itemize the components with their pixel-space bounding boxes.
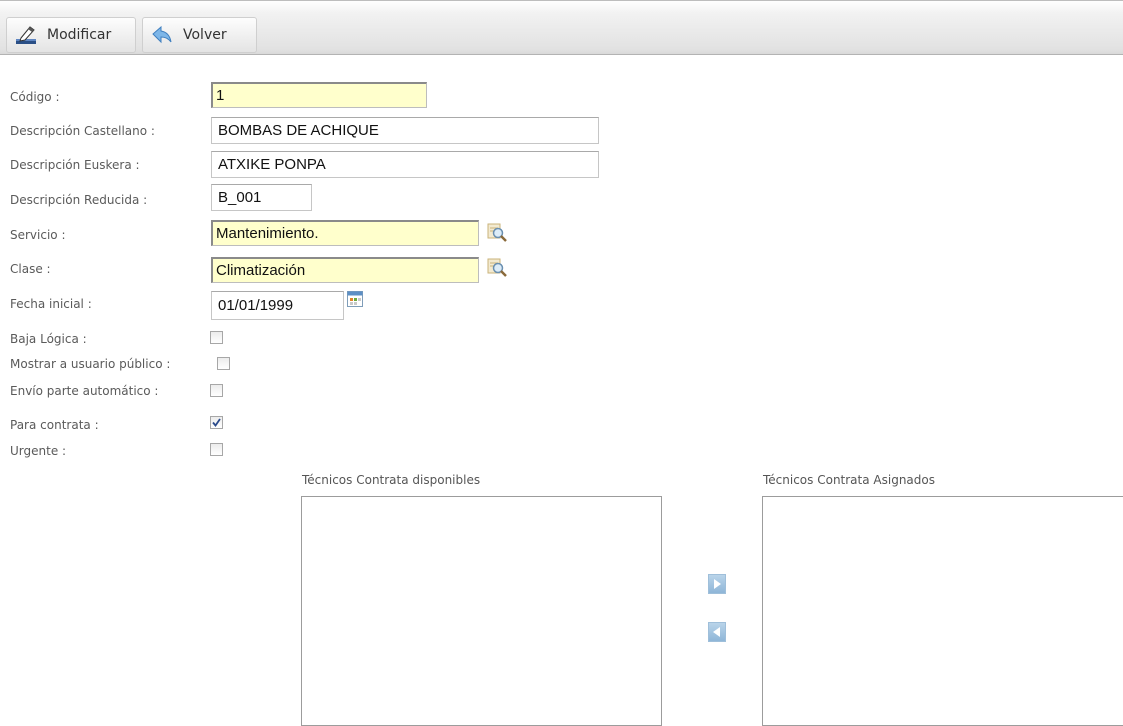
available-technicians-list[interactable] <box>301 496 662 726</box>
baja-logica-label: Baja Lógica : <box>10 332 87 346</box>
codigo-label: Código : <box>10 90 60 104</box>
move-left-button[interactable] <box>708 622 726 642</box>
desc-reducida-field[interactable] <box>211 184 312 211</box>
envio-parte-label: Envío parte automático : <box>10 384 159 398</box>
desc-euskera-label: Descripción Euskera : <box>10 158 140 172</box>
mostrar-usuario-label: Mostrar a usuario público : <box>10 357 171 371</box>
mostrar-usuario-checkbox[interactable] <box>217 357 230 370</box>
back-button[interactable]: Volver <box>142 17 257 53</box>
desc-euskera-field[interactable] <box>211 151 599 178</box>
desc-castellano-label: Descripción Castellano : <box>10 124 155 138</box>
desc-castellano-field[interactable] <box>211 117 599 144</box>
clase-field[interactable] <box>211 257 479 283</box>
toolbar: Modificar Volver <box>0 0 1123 55</box>
urgente-label: Urgente : <box>10 444 67 458</box>
available-list-title: Técnicos Contrata disponibles <box>302 473 481 487</box>
para-contrata-checkbox[interactable] <box>210 416 223 429</box>
modify-button[interactable]: Modificar <box>6 17 136 53</box>
servicio-field[interactable] <box>211 220 479 246</box>
urgente-checkbox[interactable] <box>210 443 223 456</box>
codigo-field[interactable] <box>211 82 427 108</box>
desc-reducida-label: Descripción Reducida : <box>10 193 148 207</box>
back-button-label: Volver <box>183 27 227 43</box>
arrow-left-icon <box>713 627 720 637</box>
servicio-label: Servicio : <box>10 228 66 242</box>
back-arrow-icon <box>152 25 172 44</box>
modify-button-label: Modificar <box>47 27 112 43</box>
edit-pencil-icon <box>16 26 36 44</box>
baja-logica-checkbox[interactable] <box>210 331 223 344</box>
servicio-lookup-icon[interactable] <box>486 222 508 242</box>
para-contrata-label: Para contrata : <box>10 418 99 432</box>
fecha-inicial-field[interactable] <box>211 291 344 320</box>
envio-parte-checkbox[interactable] <box>210 384 223 397</box>
calendar-icon[interactable] <box>347 291 363 307</box>
arrow-right-icon <box>714 579 721 589</box>
assigned-list-title: Técnicos Contrata Asignados <box>763 473 935 487</box>
fecha-inicial-label: Fecha inicial : <box>10 297 92 311</box>
clase-lookup-icon[interactable] <box>486 257 508 277</box>
clase-label: Clase : <box>10 262 51 276</box>
move-right-button[interactable] <box>708 574 726 594</box>
assigned-technicians-list[interactable] <box>762 496 1123 726</box>
checkmark-icon <box>212 418 221 427</box>
